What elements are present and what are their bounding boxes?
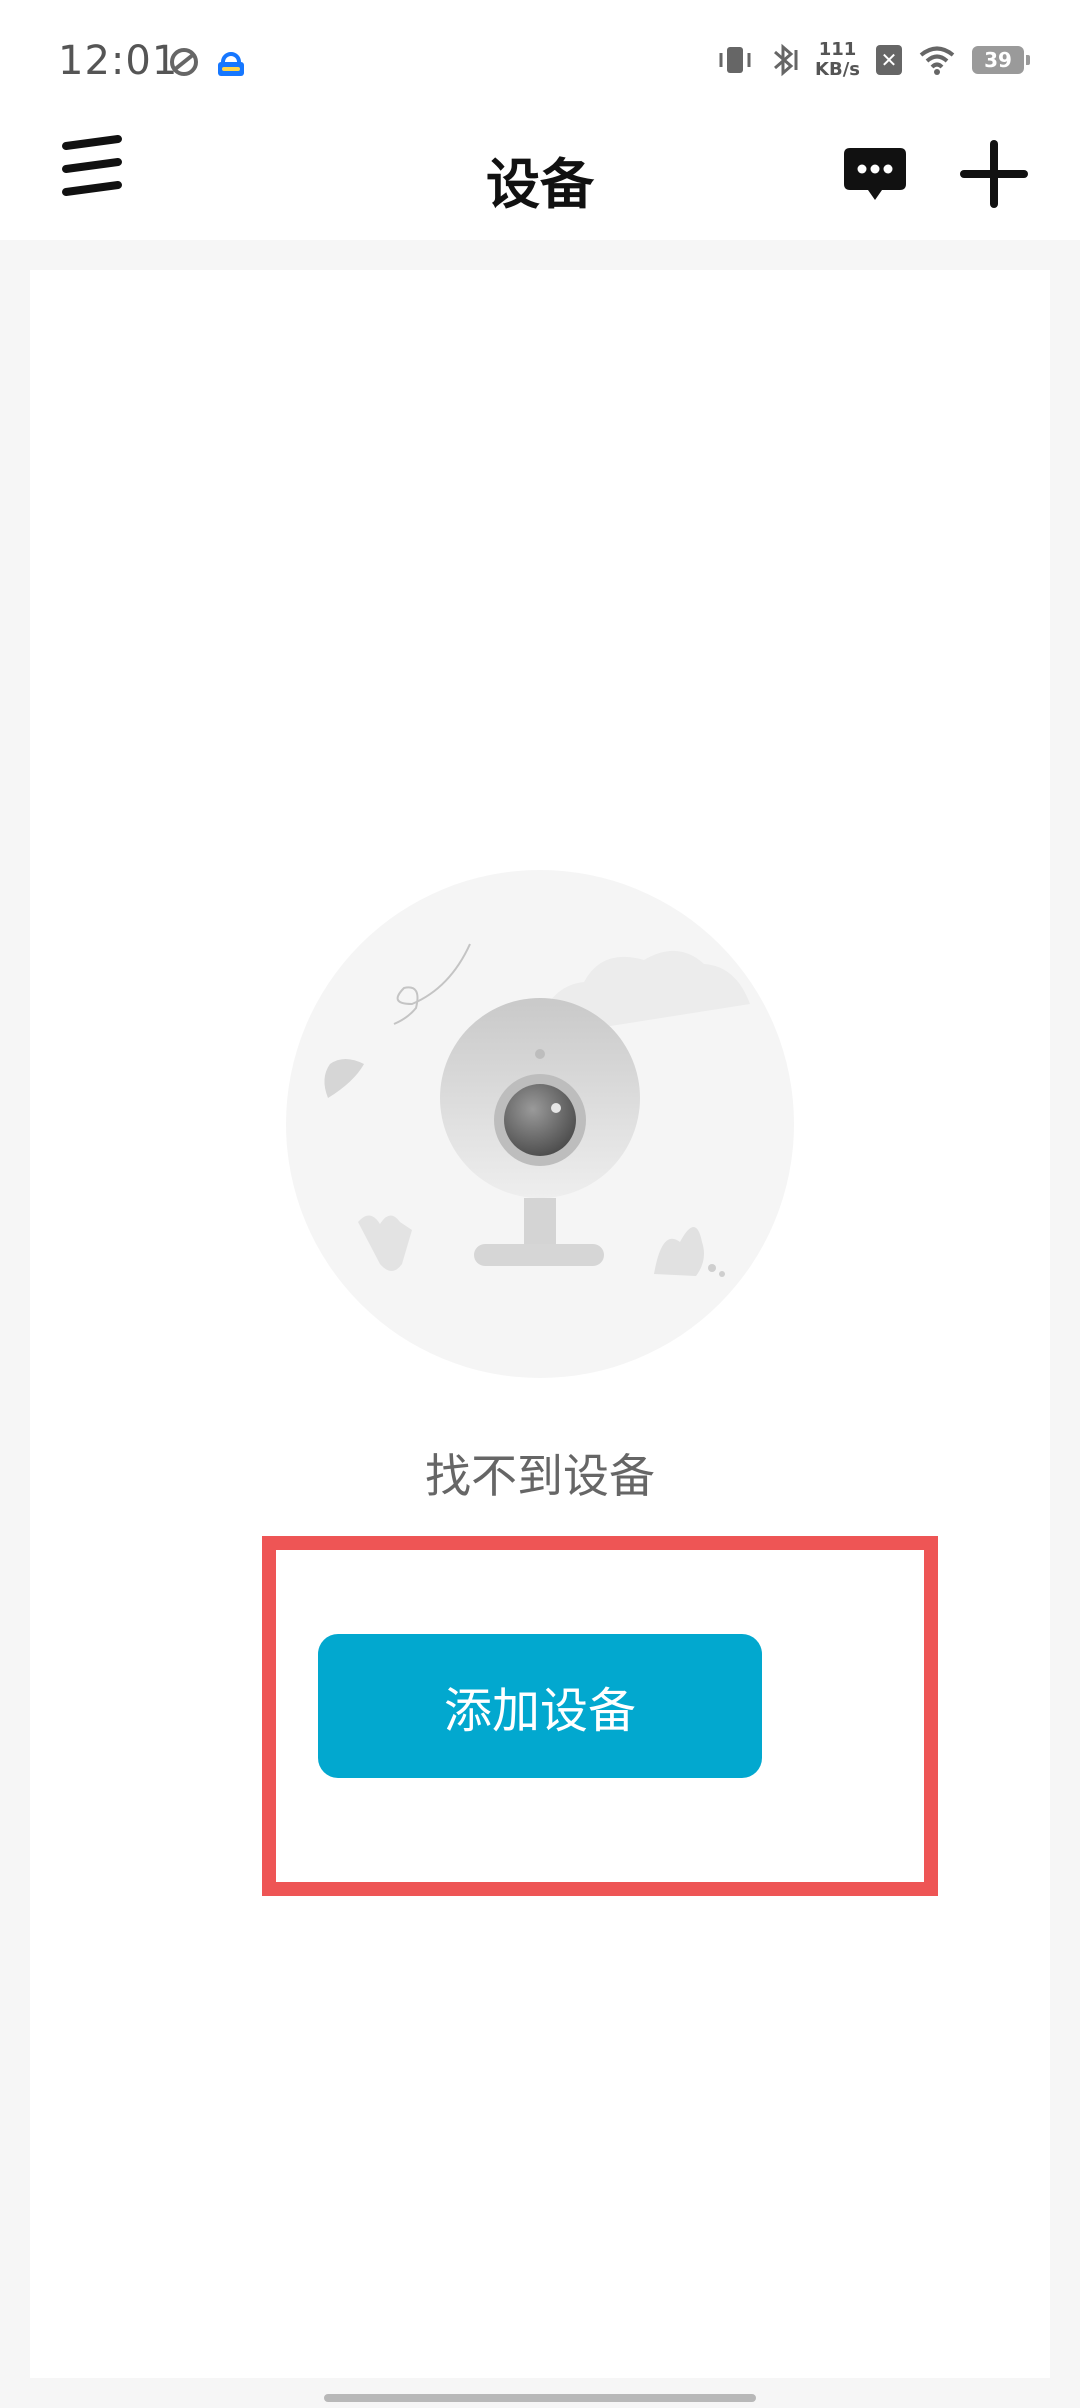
camera-illustration [286, 870, 794, 1378]
no-sim-icon: ✕ [876, 45, 902, 75]
app-badge-icon [218, 52, 244, 76]
page-title: 设备 [486, 153, 594, 216]
message-icon[interactable] [840, 144, 910, 204]
battery-level: 39 [984, 48, 1012, 72]
bluetooth-icon [774, 43, 798, 77]
battery-icon: 39 [972, 46, 1030, 74]
wifi-icon [919, 46, 955, 75]
status-bar: 12:01 111 KB/s ✕ 39 [0, 0, 1080, 128]
status-left-icons [168, 46, 248, 80]
top-bar: 设备 [0, 128, 1080, 240]
net-speed-value: 111 [818, 39, 857, 60]
device-list-container: 找不到设备 添加设备 [30, 270, 1050, 2378]
status-time: 12:01 [58, 38, 179, 84]
net-speed: 111 KB/s [815, 40, 860, 80]
empty-state-message: 找不到设备 [425, 1449, 655, 1503]
status-right-icons: 111 KB/s ✕ 39 [717, 40, 1030, 80]
vibrate-icon [719, 47, 751, 73]
plus-icon[interactable] [960, 140, 1028, 208]
sync-icon [170, 48, 198, 76]
home-indicator[interactable] [324, 2394, 756, 2402]
add-device-button[interactable]: 添加设备 [318, 1634, 762, 1778]
net-speed-unit: KB/s [815, 59, 860, 80]
